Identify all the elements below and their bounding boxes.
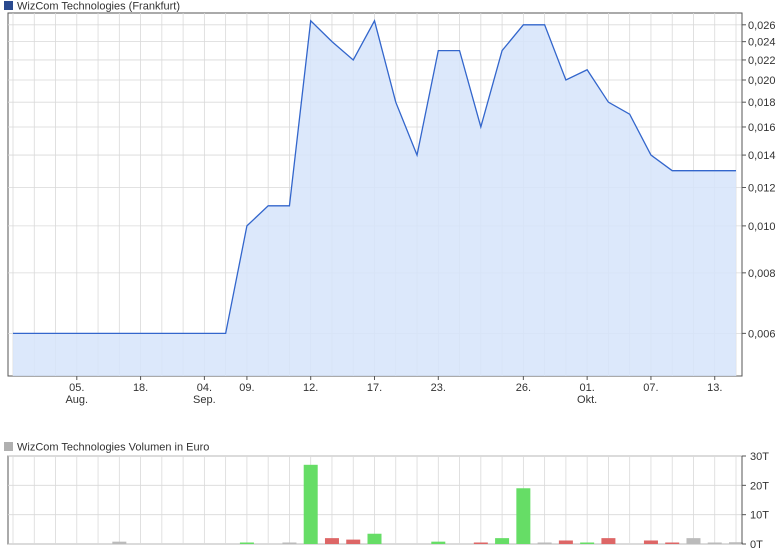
volume-bar	[324, 538, 339, 544]
volume-bar	[303, 464, 318, 544]
price-x-tick-sublabel: Okt.	[577, 394, 597, 406]
volume-bar	[558, 540, 573, 544]
price-y-tick-label: 0,008	[748, 268, 776, 280]
volume-bar	[707, 542, 722, 544]
price-legend-swatch	[4, 1, 13, 10]
volume-bar	[686, 538, 701, 544]
volume-legend-label: WizCom Technologies Volumen in Euro	[17, 442, 209, 454]
price-y-tick-label: 0,014	[748, 150, 776, 162]
price-y-tick-label: 0,012	[748, 183, 776, 195]
price-legend-label: WizCom Technologies (Frankfurt)	[17, 1, 180, 13]
stock-chart: WizCom Technologies (Frankfurt) 0,0060,0…	[4, 1, 776, 551]
price-panel: WizCom Technologies (Frankfurt) 0,0060,0…	[4, 1, 776, 406]
volume-panel: WizCom Technologies Volumen in Euro 0T 10…	[4, 442, 769, 551]
price-x-tick-label: 17.	[367, 382, 382, 394]
price-y-tick-label: 0,020	[748, 75, 776, 87]
price-x-tick-label: 05.	[69, 382, 84, 394]
price-x-tick-label: 07.	[643, 382, 658, 394]
volume-bar	[580, 542, 595, 544]
price-y-tick-label: 0,026	[748, 20, 776, 32]
price-y-tick-label: 0,024	[748, 37, 776, 49]
price-y-tick-label: 0,022	[748, 55, 776, 67]
volume-bar	[431, 541, 446, 544]
price-x-tick-sublabel: Aug.	[65, 394, 88, 406]
price-x-tick-label: 18.	[133, 382, 148, 394]
volume-bar	[495, 538, 510, 544]
volume-bar	[601, 538, 616, 544]
volume-bar	[112, 541, 127, 544]
price-x-tick-sublabel: Sep.	[193, 394, 216, 406]
volume-grid	[7, 455, 743, 545]
volume-y-tick-label: 30T	[750, 451, 769, 463]
volume-bar	[665, 542, 680, 544]
price-x-tick-label: 09.	[239, 382, 254, 394]
volume-bar	[729, 542, 743, 544]
volume-bar	[239, 542, 254, 544]
volume-y-axis: 0T 10T 20T 30T	[741, 451, 769, 551]
volume-legend-swatch	[4, 442, 13, 451]
volume-bar	[282, 542, 297, 544]
volume-bar	[473, 542, 488, 544]
price-x-axis: 05.Aug. 18. 04.Sep. 09. 12. 17. 23. 26. 01.Okt. 0…	[65, 376, 722, 406]
volume-y-tick-label: 20T	[750, 480, 769, 492]
volume-y-tick-label: 0T	[750, 539, 763, 551]
volume-bar	[537, 542, 552, 544]
price-y-tick-label: 0,018	[748, 97, 776, 109]
price-x-tick-label: 13.	[707, 382, 722, 394]
price-y-tick-label: 0,006	[748, 328, 776, 340]
volume-bar	[367, 533, 382, 544]
price-x-tick-label: 12.	[303, 382, 318, 394]
price-x-tick-label: 26.	[516, 382, 531, 394]
price-y-tick-label: 0,010	[748, 221, 776, 233]
price-x-tick-label: 01.	[579, 382, 594, 394]
volume-plot-frame	[7, 455, 743, 545]
price-y-tick-label: 0,016	[748, 122, 776, 134]
volume-bar	[346, 539, 361, 544]
volume-y-tick-label: 10T	[750, 510, 769, 522]
volume-bar	[643, 540, 658, 544]
price-x-tick-label: 04.	[197, 382, 212, 394]
volume-bar	[516, 488, 531, 544]
price-x-tick-label: 23.	[431, 382, 446, 394]
price-y-axis: 0,006 0,008 0,010 0,012 0,014 0,016 0,018 0,020…	[741, 13, 776, 376]
